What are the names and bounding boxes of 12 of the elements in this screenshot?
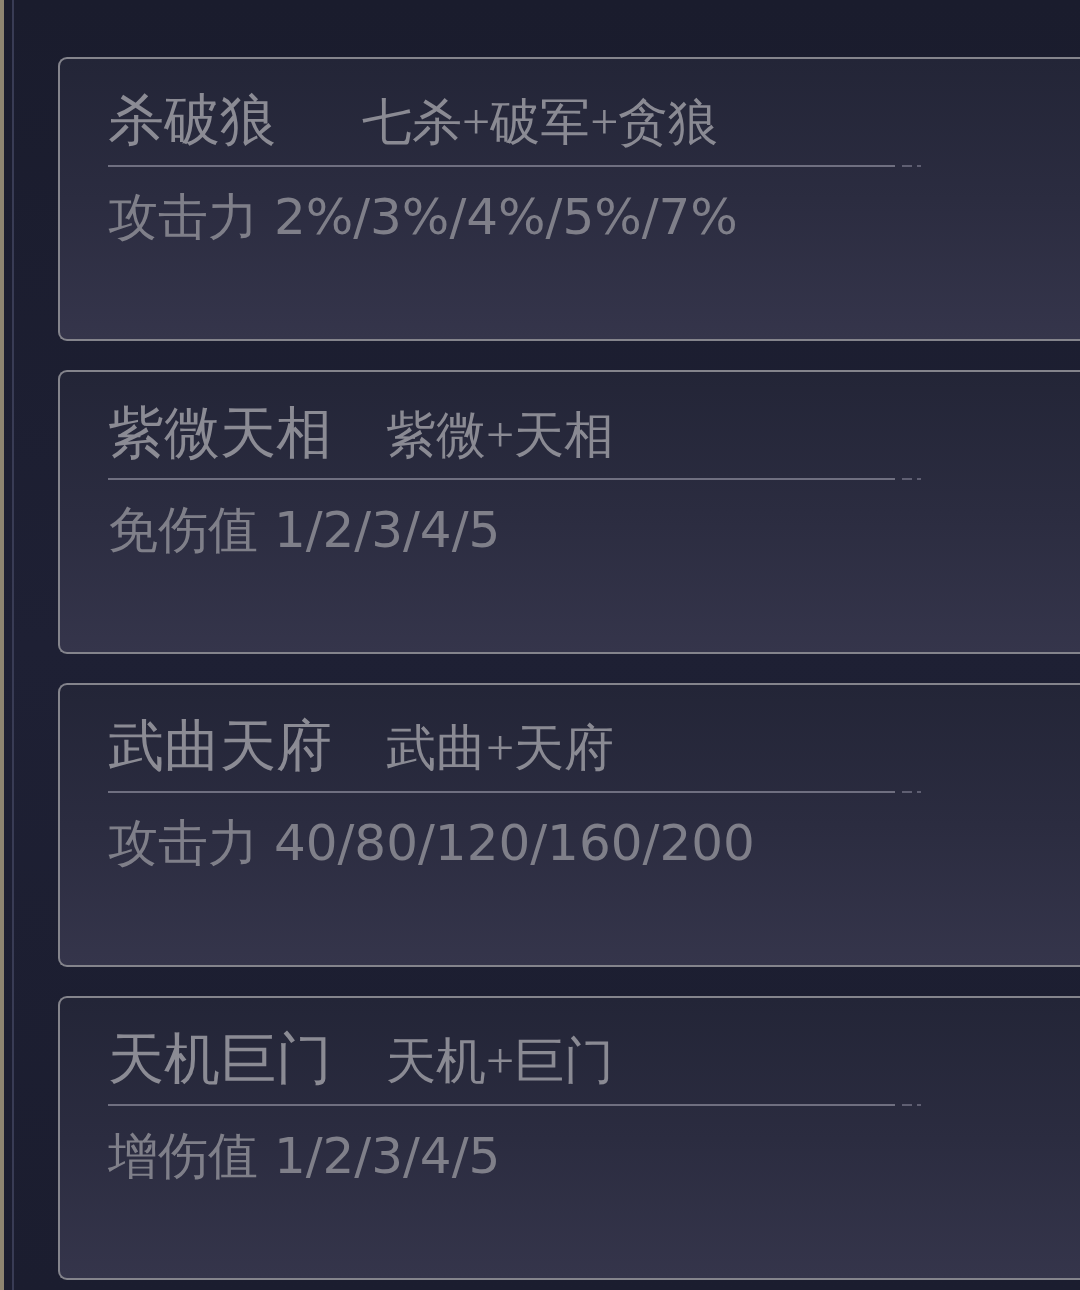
set-members: 七杀+破军+贪狼	[362, 93, 719, 152]
set-members: 武曲+天府	[386, 719, 615, 778]
set-bonus: 攻击力 2%/3%/4%/5%/7%	[108, 189, 739, 245]
set-name: 天机巨门	[108, 1027, 332, 1092]
set-name: 杀破狼	[108, 88, 277, 153]
set-members: 天机+巨门	[386, 1032, 615, 1091]
set-name: 武曲天府	[108, 714, 332, 779]
set-bonus: 增伤值 1/2/3/4/5	[108, 1128, 502, 1184]
set-name: 紫微天相	[108, 401, 332, 466]
set-members: 紫微+天相	[386, 406, 615, 465]
set-bonus: 攻击力 40/80/120/160/200	[108, 815, 756, 871]
set-bonus: 免伤值 1/2/3/4/5	[108, 502, 502, 558]
